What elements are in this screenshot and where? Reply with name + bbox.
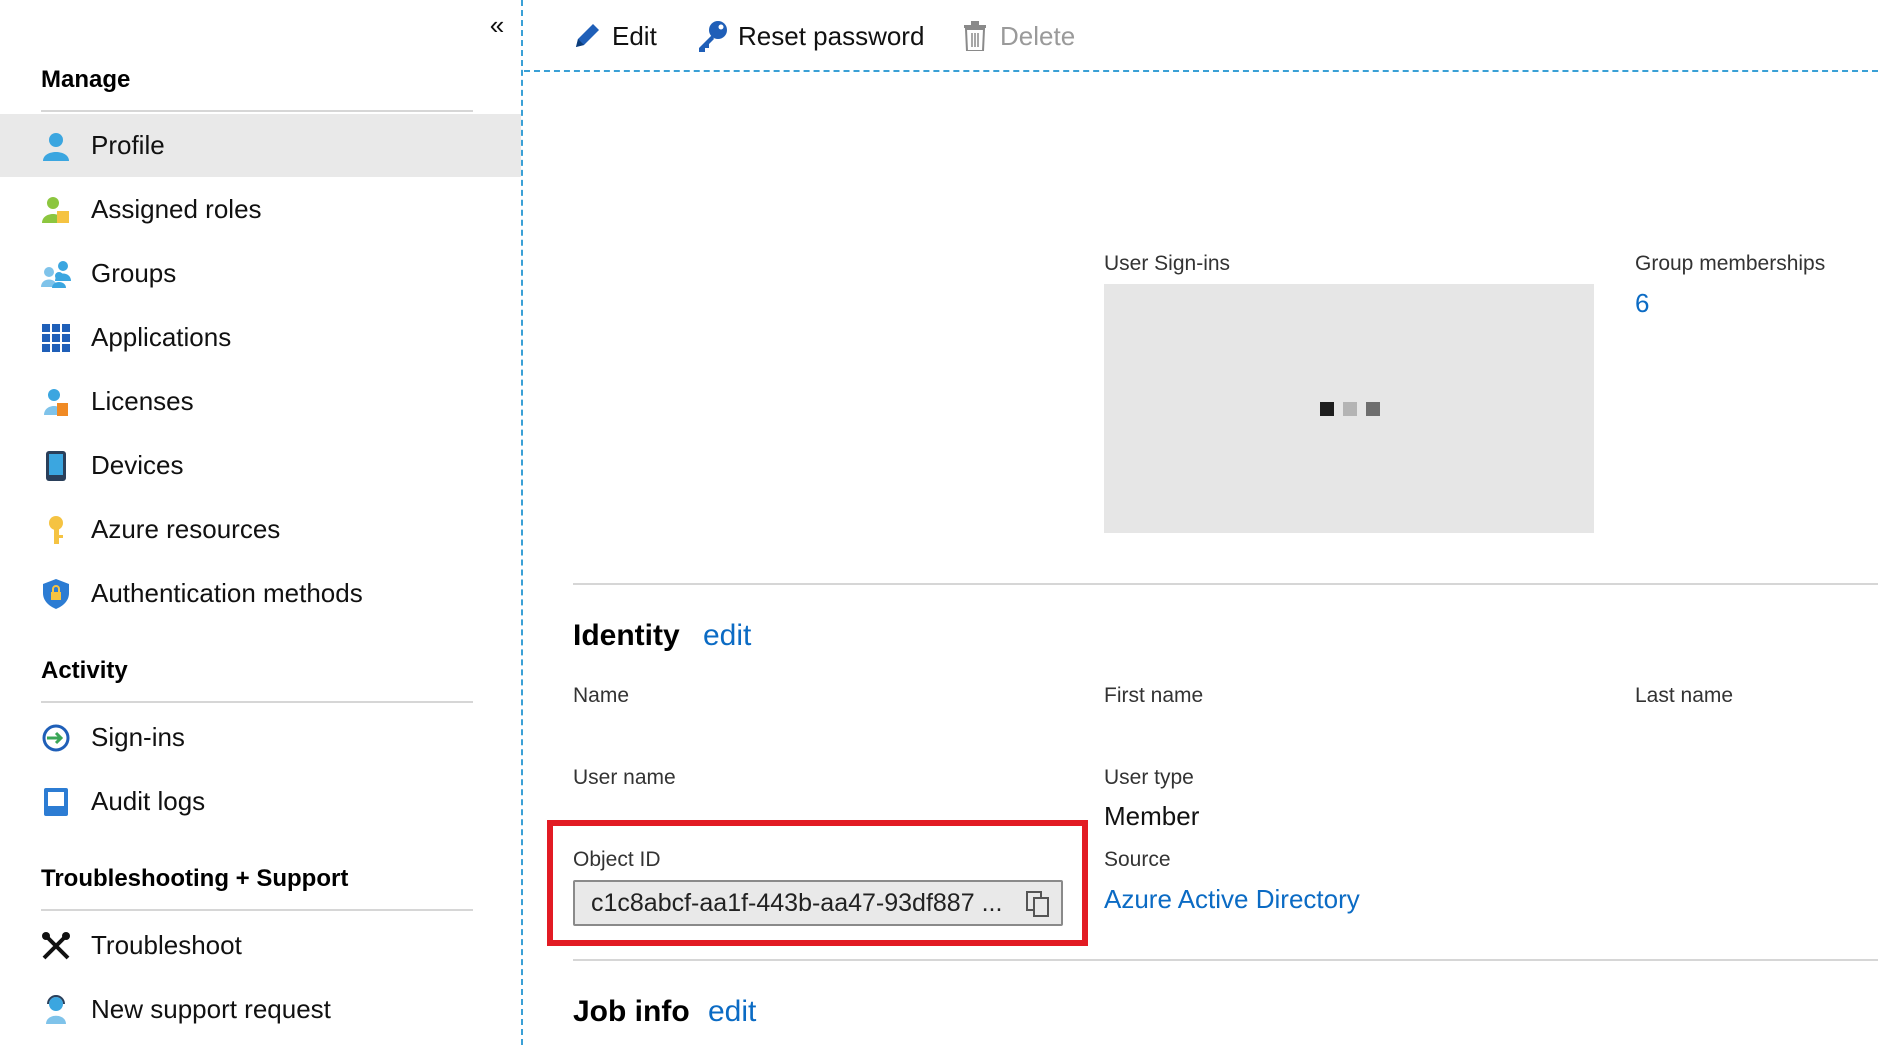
key-icon — [41, 515, 71, 545]
sidebar-item-groups[interactable]: Groups — [0, 242, 521, 305]
sidebar-item-label: Authentication methods — [91, 578, 363, 608]
section-title-support: Troubleshooting + Support — [41, 865, 349, 892]
groups-icon — [41, 259, 71, 289]
toolbar-divider — [524, 70, 1878, 72]
job-info-edit-link[interactable]: edit — [708, 995, 756, 1029]
log-icon — [41, 787, 71, 817]
sidebar-item-devices[interactable]: Devices — [0, 434, 521, 497]
job-info-heading: Job info — [573, 995, 690, 1028]
identity-edit-link[interactable]: edit — [703, 619, 751, 653]
section-title-activity: Activity — [41, 657, 128, 684]
divider — [41, 701, 473, 703]
sign-ins-chart-loading — [1104, 284, 1594, 533]
user-name-label: User name — [573, 766, 676, 789]
user-sign-ins-label: User Sign-ins — [1104, 252, 1231, 275]
sidebar-item-label: Troubleshoot — [91, 930, 242, 960]
user-icon — [41, 131, 71, 161]
reset-password-button[interactable]: Reset password — [696, 14, 924, 58]
sidebar-item-label: Applications — [91, 322, 232, 352]
sidebar-item-audit-logs[interactable]: Audit logs — [0, 770, 521, 833]
device-icon — [41, 450, 71, 481]
user-type-label: User type — [1104, 766, 1194, 789]
section-divider — [573, 583, 1878, 585]
loading-dot — [1320, 402, 1334, 416]
sidebar-item-label: Groups — [91, 258, 177, 288]
sidebar: « Manage Profile Assigned roles Groups A… — [0, 0, 523, 1045]
shield-icon — [41, 578, 71, 609]
delete-label: Delete — [1000, 20, 1076, 51]
reset-password-label: Reset password — [738, 20, 925, 51]
support-icon — [41, 994, 71, 1025]
sidebar-item-label: Audit logs — [91, 786, 206, 816]
source-label: Source — [1104, 848, 1171, 871]
key-icon — [696, 19, 730, 53]
copy-icon[interactable] — [1025, 890, 1051, 918]
tools-icon — [41, 931, 71, 961]
sidebar-item-profile[interactable]: Profile — [0, 114, 521, 177]
sidebar-item-label: New support request — [91, 994, 331, 1024]
edit-button[interactable]: Edit — [570, 14, 657, 58]
loading-dot — [1366, 402, 1380, 416]
pane-divider — [521, 0, 523, 1045]
object-id-label: Object ID — [573, 848, 661, 871]
divider — [41, 909, 473, 911]
sidebar-item-label: Assigned roles — [91, 194, 262, 224]
first-name-label: First name — [1104, 684, 1204, 707]
trash-icon — [958, 19, 992, 53]
name-label: Name — [573, 684, 630, 707]
sidebar-item-label: Devices — [91, 450, 184, 480]
loading-dot — [1343, 402, 1357, 416]
edit-label: Edit — [612, 20, 657, 51]
pencil-icon — [570, 19, 604, 53]
section-divider — [573, 959, 1878, 961]
sidebar-item-troubleshoot[interactable]: Troubleshoot — [0, 914, 521, 977]
sidebar-item-new-support-request[interactable]: New support request — [0, 978, 521, 1041]
delete-button[interactable]: Delete — [958, 14, 1075, 58]
sidebar-item-applications[interactable]: Applications — [0, 306, 521, 369]
user-type-value: Member — [1104, 801, 1200, 831]
last-name-label: Last name — [1635, 684, 1734, 707]
sidebar-item-authentication-methods[interactable]: Authentication methods — [0, 562, 521, 625]
divider — [41, 110, 473, 112]
double-chevron-left-icon[interactable]: « — [484, 10, 510, 40]
object-id-field[interactable]: c1c8abcf-aa1f-443b-aa47-93df887 ... — [573, 880, 1063, 926]
command-bar: Edit Reset password Delete — [524, 0, 1878, 72]
sidebar-item-label: Licenses — [91, 386, 194, 416]
sidebar-item-label: Sign-ins — [91, 722, 185, 752]
group-memberships-count-link[interactable]: 6 — [1635, 288, 1649, 319]
object-id-value: c1c8abcf-aa1f-443b-aa47-93df887 ... — [591, 888, 1003, 917]
sidebar-item-licenses[interactable]: Licenses — [0, 370, 521, 433]
source-link[interactable]: Azure Active Directory — [1104, 884, 1360, 915]
grid-icon — [41, 323, 71, 353]
group-memberships-label: Group memberships — [1635, 252, 1826, 275]
sidebar-item-assigned-roles[interactable]: Assigned roles — [0, 178, 521, 241]
identity-heading: Identity — [573, 619, 680, 652]
sign-in-icon — [41, 723, 71, 753]
roles-icon — [41, 195, 71, 225]
sidebar-item-azure-resources[interactable]: Azure resources — [0, 498, 521, 561]
section-title-manage: Manage — [41, 66, 131, 93]
license-icon — [41, 387, 71, 417]
sidebar-item-label: Azure resources — [91, 514, 281, 544]
sidebar-item-sign-ins[interactable]: Sign-ins — [0, 706, 521, 769]
sidebar-item-label: Profile — [91, 130, 165, 160]
